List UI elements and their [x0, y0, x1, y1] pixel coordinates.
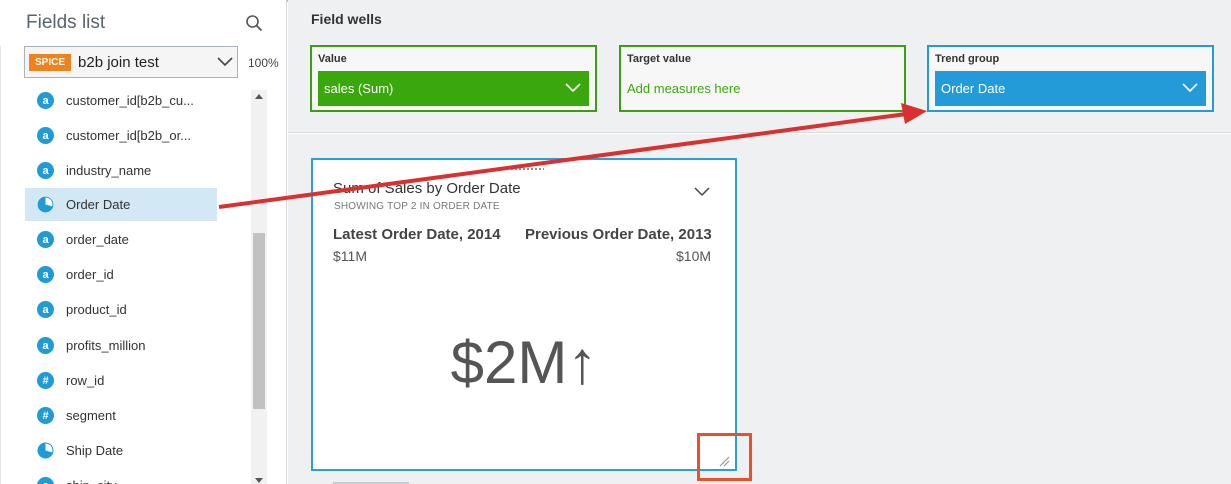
field-label: customer_id[b2b_cu...	[66, 93, 194, 108]
previous-period-label: Previous Order Date, 2013	[525, 226, 712, 243]
target-well-label: Target value	[627, 53, 691, 65]
string-field-icon: a	[37, 301, 54, 318]
field-label: profits_million	[66, 338, 146, 353]
number-field-icon: #	[37, 407, 54, 424]
resize-highlight-annotation	[697, 433, 752, 481]
value-well-label: Value	[318, 53, 347, 65]
field-list-scrollbar[interactable]	[251, 90, 267, 484]
chevron-down-icon	[217, 57, 233, 67]
string-field-icon: a	[37, 477, 54, 484]
field-item-ship-city[interactable]: a ship_city	[25, 469, 217, 484]
visual-title: Sum of Sales by Order Date	[333, 180, 521, 197]
latest-period-value: $11M	[333, 248, 367, 264]
fields-list-title: Fields list	[26, 12, 106, 33]
field-label: industry_name	[66, 163, 152, 178]
trend-group-well[interactable]: Trend group Order Date	[927, 45, 1214, 112]
string-field-icon: a	[37, 337, 54, 354]
field-label: Order Date	[66, 197, 131, 212]
value-field-pill[interactable]: sales (Sum)	[318, 71, 589, 106]
field-label: row_id	[66, 373, 105, 388]
number-field-icon: #	[37, 372, 54, 389]
fields-panel: Fields list SPICE b2b join test 100% a c…	[0, 0, 287, 484]
field-list: a customer_id[b2b_cu... a customer_id[b2…	[25, 84, 250, 484]
scroll-up-arrow-icon[interactable]	[255, 94, 263, 99]
field-item-row-id[interactable]: # row_id	[25, 364, 217, 397]
field-item-product-id[interactable]: a product_id	[25, 293, 217, 326]
field-item-order-date[interactable]: Order Date	[25, 188, 217, 221]
dataset-name: b2b join test	[78, 53, 159, 71]
field-label: order_id	[66, 267, 114, 282]
field-label: ship_city	[66, 478, 117, 484]
field-label: product_id	[66, 302, 127, 317]
field-label: segment	[66, 408, 116, 423]
field-item-segment[interactable]: # segment	[25, 399, 217, 432]
spice-usage-percent: 100%	[248, 56, 279, 70]
string-field-icon: a	[37, 231, 54, 248]
value-well[interactable]: Value sales (Sum)	[310, 45, 597, 112]
field-wells-title: Field wells	[311, 11, 382, 27]
field-item-industry-name[interactable]: a industry_name	[25, 154, 217, 187]
trend-field-pill[interactable]: Order Date	[935, 71, 1206, 106]
panel-divider	[0, 46, 4, 484]
chevron-down-icon[interactable]	[565, 83, 581, 93]
clock-icon	[37, 442, 54, 459]
trend-field-name: Order Date	[941, 81, 1006, 96]
dataset-select[interactable]: SPICE b2b join test	[24, 46, 238, 78]
field-item-customer-id-or[interactable]: a customer_id[b2b_or...	[25, 119, 217, 152]
scroll-down-arrow-icon[interactable]	[255, 478, 263, 483]
scroll-thumb[interactable]	[253, 233, 265, 409]
field-item-ship-date[interactable]: Ship Date	[25, 434, 217, 467]
field-label: customer_id[b2b_or...	[66, 128, 192, 143]
string-field-icon: a	[37, 162, 54, 179]
target-value-well[interactable]: Target value Add measures here	[619, 45, 906, 112]
spice-badge: SPICE	[29, 53, 72, 71]
previous-period-value: $10M	[676, 248, 712, 264]
field-label: Ship Date	[66, 443, 124, 458]
visual-subtitle: SHOWING TOP 2 IN ORDER DATE	[334, 201, 500, 212]
target-well-placeholder: Add measures here	[627, 81, 741, 96]
drag-handle-icon[interactable]	[510, 167, 544, 171]
value-field-name: sales (Sum)	[324, 81, 394, 96]
kpi-main-value: $2M↑	[450, 329, 598, 396]
search-icon[interactable]	[245, 14, 263, 32]
chevron-down-icon[interactable]	[694, 187, 710, 197]
clock-icon	[37, 196, 54, 213]
string-field-icon: a	[37, 266, 54, 283]
chevron-down-icon[interactable]	[1182, 83, 1198, 93]
field-wells-area: Field wells Value sales (Sum) Target val…	[288, 0, 1231, 133]
trend-well-label: Trend group	[935, 53, 1000, 65]
latest-period-label: Latest Order Date, 2014	[333, 226, 501, 243]
field-item-order-date-string[interactable]: a order_date	[25, 223, 217, 256]
field-item-order-id[interactable]: a order_id	[25, 258, 217, 291]
field-item-customer-id-cu[interactable]: a customer_id[b2b_cu...	[25, 84, 217, 117]
field-label: order_date	[66, 232, 129, 247]
string-field-icon: a	[37, 127, 54, 144]
string-field-icon: a	[37, 92, 54, 109]
field-item-profits-million[interactable]: a profits_million	[25, 329, 217, 362]
